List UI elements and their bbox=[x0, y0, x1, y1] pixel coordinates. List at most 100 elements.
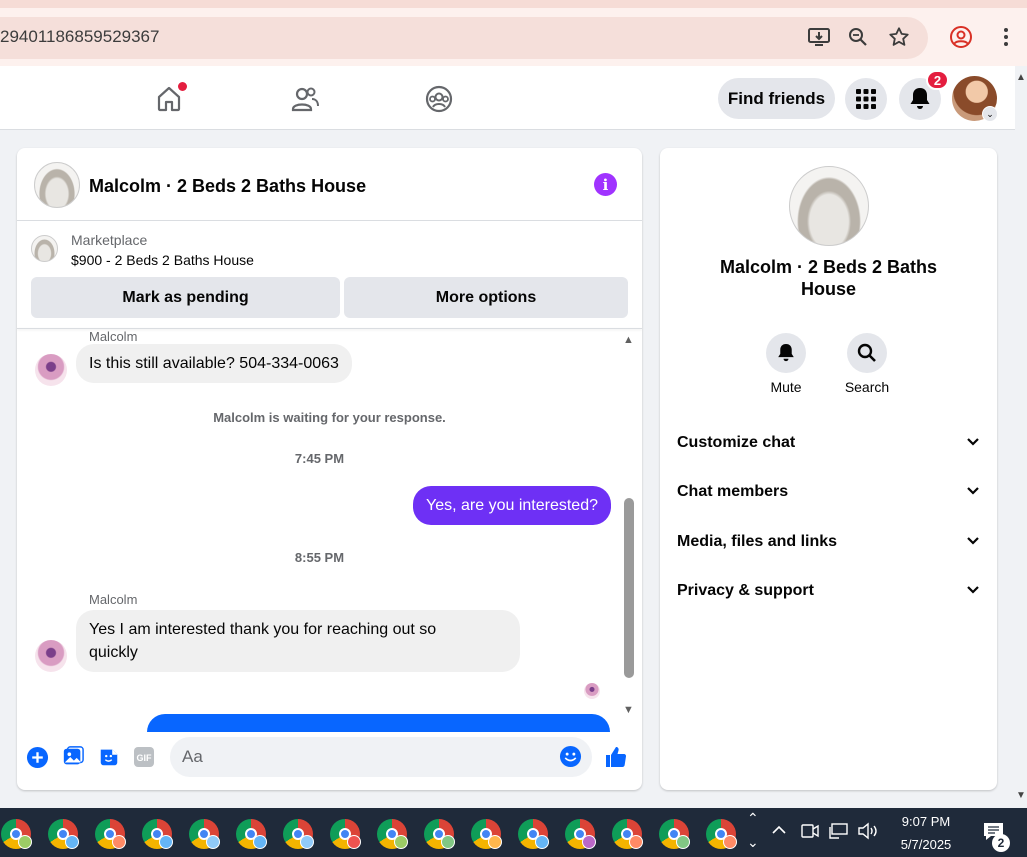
notification-center-count: 2 bbox=[992, 834, 1010, 852]
more-options-button[interactable]: More options bbox=[344, 277, 628, 318]
profile-badge-icon bbox=[676, 835, 690, 849]
taskbar-scroll-down-icon[interactable]: ⌄ bbox=[747, 834, 759, 851]
chat-avatar[interactable] bbox=[34, 162, 80, 208]
gif-icon[interactable]: GIF bbox=[133, 745, 157, 769]
conversation-title-line: Malcolm · 2 Beds 2 Baths bbox=[719, 257, 938, 277]
chat-title[interactable]: Malcolm · 2 Beds 2 Baths House bbox=[89, 176, 366, 197]
volume-icon[interactable] bbox=[857, 822, 879, 843]
mute-label: Mute bbox=[770, 379, 802, 395]
timestamp: 8:55 PM bbox=[294, 550, 345, 565]
waiting-status-text: Malcolm is waiting for your response. bbox=[213, 410, 446, 425]
chevron-down-icon bbox=[966, 434, 980, 452]
profile-badge-icon bbox=[488, 835, 502, 849]
seen-indicator-avatar bbox=[584, 683, 600, 699]
find-friends-button[interactable]: Find friends bbox=[718, 78, 835, 119]
zoom-icon[interactable] bbox=[845, 24, 871, 50]
message-bubble-incoming[interactable]: Is this still available? 504-334-0063 bbox=[76, 344, 352, 383]
profile-badge-icon bbox=[394, 835, 408, 849]
account-icon[interactable] bbox=[948, 24, 974, 50]
menu-icon[interactable] bbox=[993, 24, 1019, 50]
profile-badge-icon bbox=[723, 835, 737, 849]
profile-badge-icon bbox=[300, 835, 314, 849]
svg-text:GIF: GIF bbox=[137, 753, 153, 763]
sender-avatar[interactable] bbox=[35, 354, 67, 386]
sender-avatar[interactable] bbox=[35, 640, 67, 672]
groups-icon[interactable] bbox=[422, 82, 456, 116]
profile-badge-icon bbox=[347, 835, 361, 849]
bookmark-star-icon[interactable] bbox=[886, 24, 912, 50]
profile-badge-icon bbox=[206, 835, 220, 849]
sticker-icon[interactable] bbox=[97, 745, 121, 769]
profile-badge-icon bbox=[582, 835, 596, 849]
section-privacy-support[interactable]: Privacy & support bbox=[677, 571, 980, 611]
plus-icon[interactable] bbox=[25, 745, 49, 769]
timestamp: 7:45 PM bbox=[294, 451, 345, 466]
sender-name: Malcolm bbox=[89, 329, 138, 344]
taskbar-time[interactable]: 9:07 PM bbox=[890, 814, 962, 829]
profile-badge-icon bbox=[253, 835, 267, 849]
friends-icon[interactable] bbox=[288, 82, 322, 116]
profile-badge-icon bbox=[629, 835, 643, 849]
chat-scroll-down-arrow[interactable]: ▼ bbox=[623, 704, 634, 716]
mute-button[interactable] bbox=[766, 333, 806, 373]
chevron-down-icon bbox=[966, 483, 980, 501]
search-label: Search bbox=[844, 379, 890, 395]
address-bar[interactable]: 29401186859529367 bbox=[0, 17, 928, 59]
chat-window: Malcolm · 2 Beds 2 Baths House i Marketp… bbox=[17, 148, 642, 790]
account-chevron-icon[interactable]: ⌄ bbox=[982, 106, 998, 122]
message-line: quickly bbox=[89, 644, 138, 661]
chevron-down-icon bbox=[966, 582, 980, 600]
section-media-files-links[interactable]: Media, files and links bbox=[677, 522, 980, 562]
page-scroll-up-arrow[interactable]: ▲ bbox=[1016, 72, 1026, 83]
install-icon[interactable] bbox=[806, 24, 832, 50]
message-input[interactable] bbox=[170, 737, 550, 777]
profile-badge-icon bbox=[441, 835, 455, 849]
marketplace-label: Marketplace bbox=[71, 232, 148, 248]
bell-icon bbox=[910, 88, 930, 109]
page-scroll-down-arrow[interactable]: ▼ bbox=[1016, 790, 1026, 801]
listing-thumbnail[interactable] bbox=[31, 235, 58, 262]
conversation-title-line: House bbox=[800, 279, 856, 299]
like-thumb-icon[interactable] bbox=[604, 745, 628, 769]
url-text: 29401186859529367 bbox=[0, 27, 160, 46]
profile-badge-icon bbox=[112, 835, 126, 849]
mark-as-pending-button[interactable]: Mark as pending bbox=[31, 277, 340, 318]
conversation-avatar[interactable] bbox=[789, 166, 869, 246]
listing-price-title[interactable]: $900 - 2 Beds 2 Baths House bbox=[71, 252, 254, 268]
section-label: Chat members bbox=[677, 483, 789, 500]
profile-badge-icon bbox=[65, 835, 79, 849]
show-hidden-icons-icon[interactable] bbox=[771, 822, 787, 838]
profile-badge-icon bbox=[18, 835, 32, 849]
profile-badge-icon bbox=[159, 835, 173, 849]
browser-tabstrip bbox=[0, 0, 1027, 8]
menu-grid-button[interactable] bbox=[845, 78, 887, 120]
header-divider bbox=[17, 220, 642, 221]
chat-scroll-thumb[interactable] bbox=[624, 498, 634, 678]
emoji-icon[interactable] bbox=[559, 745, 583, 769]
meet-now-icon[interactable] bbox=[801, 823, 819, 842]
info-icon[interactable]: i bbox=[594, 173, 617, 196]
section-chat-members[interactable]: Chat members bbox=[677, 472, 980, 512]
taskbar-date[interactable]: 5/7/2025 bbox=[890, 837, 962, 852]
section-label: Media, files and links bbox=[677, 533, 838, 550]
chevron-down-icon bbox=[966, 533, 980, 551]
message-bubble-outgoing-partial[interactable] bbox=[147, 714, 610, 732]
search-icon bbox=[857, 343, 876, 362]
message-bubble-incoming[interactable]: Yes I am interested thank you for reachi… bbox=[76, 610, 520, 672]
chat-scroll-up-arrow[interactable]: ▲ bbox=[623, 334, 634, 346]
network-icon[interactable] bbox=[829, 822, 849, 843]
message-line: Yes I am interested thank you for reachi… bbox=[89, 621, 437, 638]
sender-name: Malcolm bbox=[89, 592, 138, 607]
notification-count-badge: 2 bbox=[926, 70, 949, 90]
bell-icon bbox=[778, 344, 794, 362]
search-button[interactable] bbox=[847, 333, 887, 373]
taskbar-scroll-up-icon[interactable]: ⌃ bbox=[747, 810, 759, 827]
profile-badge-icon bbox=[535, 835, 549, 849]
home-notification-dot bbox=[178, 82, 187, 91]
section-label: Customize chat bbox=[677, 434, 796, 451]
chat-details-panel: Malcolm · 2 Beds 2 Baths House Mute Sear… bbox=[660, 148, 997, 790]
message-bubble-outgoing[interactable]: Yes, are you interested? bbox=[413, 486, 611, 525]
message-input-container[interactable] bbox=[170, 737, 592, 777]
photo-icon[interactable] bbox=[61, 745, 85, 769]
section-customize-chat[interactable]: Customize chat bbox=[677, 423, 980, 463]
